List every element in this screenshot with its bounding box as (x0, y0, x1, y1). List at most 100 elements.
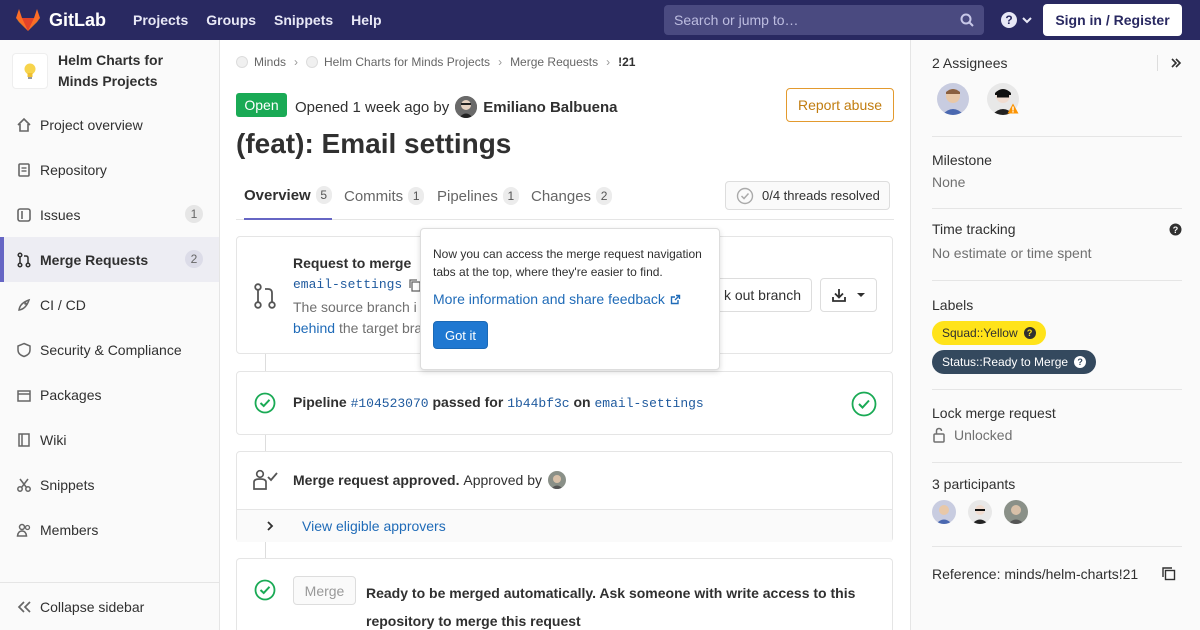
collapse-right-icon[interactable] (1170, 57, 1182, 69)
labels-block: Labels Squad::Yellow ? Status::Ready to … (932, 297, 1182, 390)
label-squad-yellow[interactable]: Squad::Yellow ? (932, 321, 1046, 345)
search-icon[interactable] (960, 13, 974, 27)
branch-status-line-2: behind the target bra (293, 320, 422, 336)
sidebar-item-security[interactable]: Security & Compliance (0, 327, 219, 372)
author-avatar[interactable] (455, 96, 478, 118)
mr-title: (feat): Email settings (236, 128, 512, 159)
project-header[interactable]: Helm Charts for Minds Projects (0, 40, 219, 106)
project-name: Helm Charts for Minds Projects (58, 52, 164, 89)
sidebar-item-label: Packages (40, 386, 102, 403)
svg-text:?: ? (1173, 225, 1179, 235)
lock-status: Unlocked (932, 427, 1182, 443)
svg-text:?: ? (1005, 13, 1012, 27)
nav-groups[interactable]: Groups (197, 0, 265, 40)
time-tracking-block: Time tracking ? No estimate or time spen… (932, 221, 1182, 281)
search-input[interactable] (674, 12, 954, 28)
tab-commits[interactable]: Commits 1 (344, 172, 425, 220)
threads-resolved-button[interactable]: 0/4 threads resolved (725, 181, 890, 210)
branch-status-line: The source branch i (293, 299, 417, 315)
pipeline-branch-link[interactable]: email-settings (595, 396, 704, 411)
view-eligible-approvers-link[interactable]: View eligible approvers (302, 518, 446, 534)
sidebar-item-packages[interactable]: Packages (0, 372, 219, 417)
popover-feedback-link[interactable]: More information and share feedback (433, 291, 707, 307)
double-chevron-left-icon (17, 600, 31, 613)
nav-help[interactable]: Help (342, 0, 390, 40)
question-icon[interactable]: ? (1169, 223, 1182, 236)
participant-avatar[interactable] (932, 500, 956, 524)
breadcrumb-group[interactable]: Minds (236, 55, 286, 69)
lock-value: Unlocked (954, 427, 1013, 443)
labels-title: Labels (932, 297, 974, 313)
breadcrumb-merge-requests[interactable]: Merge Requests (510, 55, 598, 69)
label-ready-to-merge[interactable]: Status::Ready to Merge ? (932, 350, 1097, 374)
sidebar-item-repository[interactable]: Repository (0, 147, 219, 192)
tab-label: Commits (344, 187, 404, 205)
signin-button[interactable]: Sign in / Register (1043, 4, 1182, 36)
unlock-icon (933, 427, 945, 443)
lock-title: Lock merge request (932, 405, 1056, 421)
help-dropdown[interactable]: ? (1000, 11, 1033, 29)
check-circle-icon (736, 187, 754, 204)
tab-overview[interactable]: Overview 5 (244, 172, 332, 220)
tanuki-icon (16, 9, 40, 31)
pipeline-status-text: Pipeline #104523070 passed for 1b44bf3c … (293, 394, 704, 411)
sidebar-item-ci-cd[interactable]: CI / CD (0, 282, 219, 327)
home-icon (16, 117, 32, 133)
tab-pipelines[interactable]: Pipelines 1 (437, 172, 519, 220)
reference-text: Reference: minds/helm-charts!21 (932, 566, 1139, 582)
widget-connector (265, 354, 266, 372)
status-success-icon[interactable] (254, 392, 276, 414)
sidebar-item-issues[interactable]: Issues 1 (0, 192, 219, 237)
source-branch[interactable]: email-settings (293, 277, 402, 292)
copy-icon[interactable] (1161, 566, 1176, 581)
label-row-1: Squad::Yellow ? (932, 321, 1182, 345)
breadcrumb-project[interactable]: Helm Charts for Minds Projects (306, 55, 490, 69)
breadcrumb: Minds › Helm Charts for Minds Projects ›… (236, 55, 635, 69)
author-name[interactable]: Emiliano Balbuena (483, 99, 617, 116)
download-icon (831, 289, 846, 302)
nav-snippets[interactable]: Snippets (265, 0, 342, 40)
users-icon (16, 522, 32, 538)
sidebar-item-label: Repository (40, 161, 107, 178)
assignee-avatar[interactable] (937, 83, 969, 115)
collapse-sidebar-button[interactable]: Collapse sidebar (0, 582, 219, 630)
merge-button[interactable]: Merge (293, 576, 356, 605)
pipeline-stage-success-icon[interactable] (851, 391, 877, 417)
participant-avatar[interactable] (968, 500, 992, 524)
widget-connector (265, 541, 266, 559)
doc-icon (16, 162, 32, 178)
sidebar-item-wiki[interactable]: Wiki (0, 417, 219, 462)
tab-label: Changes (531, 187, 592, 205)
external-link-icon (670, 294, 681, 304)
sidebar-item-label: Issues (40, 206, 81, 223)
tab-changes[interactable]: Changes 2 (531, 172, 613, 220)
sidebar-item-members[interactable]: Members (0, 507, 219, 552)
chevron-right-icon (267, 521, 274, 531)
pipeline-id-link[interactable]: #104523070 (351, 396, 429, 411)
sidebar-item-merge-requests[interactable]: Merge Requests 2 (0, 237, 219, 282)
participants-block: 3 participants (932, 476, 1182, 547)
download-dropdown-button[interactable] (820, 278, 877, 312)
threads-label: 0/4 threads resolved (762, 188, 880, 203)
commit-sha-link[interactable]: 1b44bf3c (507, 396, 569, 411)
sidebar-item-project-overview[interactable]: Project overview (0, 102, 219, 147)
scissors-icon (16, 477, 32, 493)
rocket-icon (16, 297, 32, 313)
sidebar-item-snippets[interactable]: Snippets (0, 462, 219, 507)
approvers-toggle-row[interactable]: View eligible approvers (237, 509, 892, 542)
sidebar-item-label: Wiki (40, 431, 67, 448)
on-text: on (573, 394, 591, 410)
tab-label: Overview (244, 186, 311, 204)
top-navbar: GitLab Projects Groups Snippets Help ? S… (0, 0, 1200, 40)
breadcrumb-mr-id[interactable]: !21 (618, 55, 635, 69)
approver-avatar[interactable] (548, 471, 566, 489)
nav-projects[interactable]: Projects (124, 0, 197, 40)
behind-link[interactable]: behind (293, 320, 335, 336)
approved-text: Merge request approved. (293, 472, 460, 488)
participant-avatar[interactable] (1004, 500, 1028, 524)
approval-status: Merge request approved. Approved by (293, 471, 566, 489)
gitlab-logo[interactable]: GitLab (15, 0, 106, 40)
report-abuse-button[interactable]: Report abuse (786, 88, 894, 122)
breadcrumb-separator: › (294, 55, 299, 69)
got-it-button[interactable]: Got it (433, 321, 488, 349)
